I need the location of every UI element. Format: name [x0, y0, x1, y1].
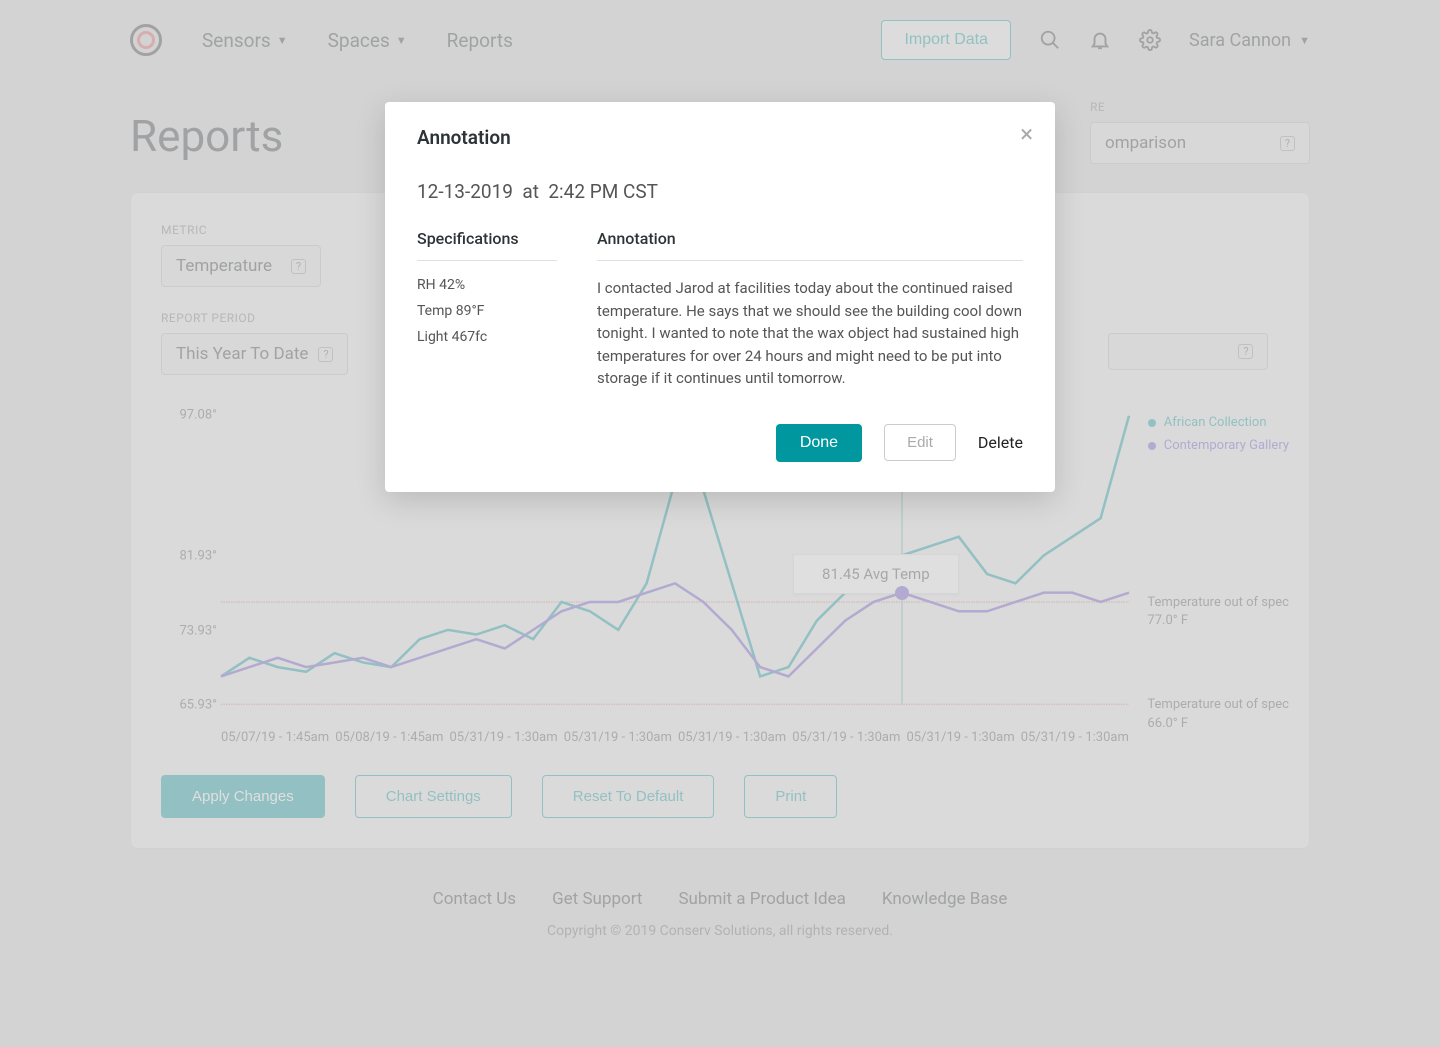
- annotation-at: at: [522, 180, 539, 203]
- close-icon[interactable]: ×: [1020, 120, 1033, 148]
- specifications-list: RH 42% Temp 89°F Light 467fc: [417, 277, 557, 345]
- modal-footer: Done Edit Delete: [385, 400, 1055, 492]
- edit-button[interactable]: Edit: [884, 424, 956, 461]
- annotation-timestamp: 12-13-2019 at 2:42 PM CST: [417, 180, 1023, 203]
- annotation-date: 12-13-2019: [417, 180, 513, 203]
- modal-body: 12-13-2019 at 2:42 PM CST Specifications…: [385, 170, 1055, 400]
- spec-line: Temp 89°F: [417, 303, 557, 319]
- annotation-text: I contacted Jarod at facilities today ab…: [597, 277, 1023, 390]
- annotation-column: Annotation I contacted Jarod at faciliti…: [597, 229, 1023, 390]
- spec-line: Light 467fc: [417, 329, 557, 345]
- delete-button[interactable]: Delete: [978, 433, 1023, 452]
- modal-title: Annotation: [417, 126, 1023, 149]
- modal-columns: Specifications RH 42% Temp 89°F Light 467f…: [417, 229, 1023, 390]
- specifications-column: Specifications RH 42% Temp 89°F Light 467f…: [417, 229, 557, 390]
- annotation-modal: Annotation × 12-13-2019 at 2:42 PM CST S…: [385, 102, 1055, 492]
- done-button[interactable]: Done: [776, 424, 862, 462]
- annotation-time: 2:42 PM CST: [548, 180, 658, 203]
- specifications-heading: Specifications: [417, 229, 557, 261]
- annotation-heading: Annotation: [597, 229, 1023, 261]
- spec-line: RH 42%: [417, 277, 557, 293]
- modal-header: Annotation ×: [385, 102, 1055, 170]
